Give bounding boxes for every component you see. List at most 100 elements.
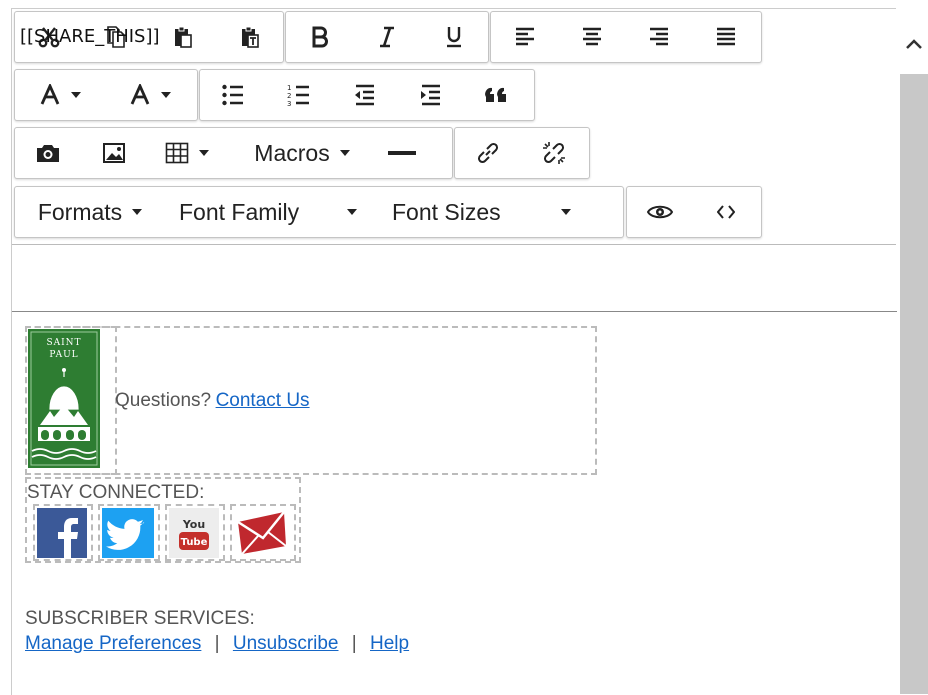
svg-text:SAINT: SAINT bbox=[46, 338, 81, 348]
toolbar-divider bbox=[12, 244, 896, 245]
subscriber-services-label: SUBSCRIBER SERVICES: bbox=[25, 608, 255, 629]
align-center-button[interactable] bbox=[558, 17, 625, 57]
questions-line: Questions? Contact Us bbox=[115, 390, 310, 412]
paste-text-icon bbox=[241, 26, 259, 48]
font-family-dropdown[interactable]: Font Family bbox=[165, 192, 390, 232]
macros-dropdown[interactable]: Macros bbox=[227, 133, 377, 173]
align-justify-icon bbox=[716, 27, 735, 46]
chevron-down-icon bbox=[71, 92, 81, 98]
font-sizes-dropdown[interactable]: Font Sizes bbox=[390, 192, 620, 232]
unlink-button[interactable] bbox=[521, 133, 587, 173]
eye-icon bbox=[647, 205, 673, 219]
number-list-button[interactable]: 123 bbox=[266, 75, 332, 115]
formatting-group bbox=[285, 11, 489, 63]
alignment-group bbox=[490, 11, 762, 63]
vertical-scrollbar[interactable] bbox=[900, 17, 928, 694]
chevron-down-icon bbox=[132, 209, 143, 215]
unsubscribe-link[interactable]: Unsubscribe bbox=[233, 633, 339, 654]
chevron-down-icon bbox=[161, 92, 171, 98]
youtube-icon[interactable]: You Tube bbox=[169, 508, 219, 558]
insert-group: Macros bbox=[14, 127, 453, 179]
help-link[interactable]: Help bbox=[370, 633, 409, 654]
questions-text: Questions? bbox=[115, 390, 212, 411]
camera-icon bbox=[37, 145, 59, 162]
horizontal-rule-button[interactable] bbox=[377, 133, 427, 173]
preview-button[interactable] bbox=[627, 192, 693, 232]
insert-image-button[interactable] bbox=[81, 133, 147, 173]
manage-preferences-link[interactable]: Manage Preferences bbox=[25, 633, 201, 654]
social-table: STAY CONNECTED: You Tube bbox=[25, 477, 301, 563]
twitter-cell bbox=[98, 504, 160, 561]
footer-header-table: SAINT PAUL Questions? Contact Us bbox=[25, 326, 597, 475]
italic-button[interactable] bbox=[353, 17, 420, 57]
align-right-button[interactable] bbox=[625, 17, 692, 57]
facebook-icon[interactable] bbox=[37, 508, 87, 558]
align-right-icon bbox=[649, 27, 668, 46]
font-color-icon bbox=[40, 84, 60, 105]
share-this-placeholder: [[SHARE_THIS]] bbox=[20, 26, 160, 47]
indent-button[interactable] bbox=[398, 75, 464, 115]
table-icon bbox=[165, 142, 189, 164]
scrollbar-thumb[interactable] bbox=[900, 74, 928, 694]
link-icon bbox=[477, 142, 499, 164]
logo-cell: SAINT PAUL bbox=[25, 326, 117, 475]
paste-icon bbox=[174, 26, 192, 48]
contact-us-link[interactable]: Contact Us bbox=[216, 390, 310, 411]
email-cell bbox=[230, 504, 296, 561]
image-icon bbox=[103, 143, 125, 163]
facebook-cell bbox=[33, 504, 93, 561]
unlink-icon bbox=[543, 142, 565, 164]
bullet-list-button[interactable] bbox=[200, 75, 266, 115]
underline-icon bbox=[446, 27, 461, 48]
number-list-icon: 123 bbox=[287, 84, 309, 107]
twitter-icon[interactable] bbox=[102, 508, 154, 558]
bold-button[interactable] bbox=[286, 17, 353, 57]
svg-text:2: 2 bbox=[287, 92, 291, 100]
chevron-down-icon bbox=[199, 150, 209, 156]
link-button[interactable] bbox=[455, 133, 521, 173]
indent-icon bbox=[421, 84, 440, 106]
table-button[interactable] bbox=[147, 133, 227, 173]
content-separator bbox=[12, 311, 897, 312]
formats-dropdown[interactable]: Formats bbox=[15, 192, 165, 232]
bold-icon bbox=[312, 26, 328, 48]
chevron-down-icon bbox=[347, 209, 358, 215]
svg-text:3: 3 bbox=[287, 100, 291, 107]
email-icon[interactable] bbox=[236, 508, 288, 558]
align-left-icon bbox=[515, 27, 534, 46]
color-group bbox=[14, 69, 198, 121]
horizontal-rule-icon bbox=[388, 151, 416, 155]
rich-text-editor: 123 Macros Formats Font Family Font Size… bbox=[11, 8, 897, 695]
code-icon bbox=[717, 205, 735, 219]
scroll-up-icon bbox=[906, 39, 922, 49]
align-left-button[interactable] bbox=[491, 17, 558, 57]
chevron-down-icon bbox=[339, 150, 350, 156]
insert-photo-button[interactable] bbox=[15, 133, 81, 173]
svg-text:1: 1 bbox=[287, 84, 291, 92]
svg-text:You: You bbox=[182, 518, 205, 531]
formats-label: Formats bbox=[37, 198, 123, 225]
highlight-color-icon bbox=[130, 84, 150, 105]
svg-text:PAUL: PAUL bbox=[49, 350, 78, 360]
font-color-button[interactable] bbox=[15, 75, 105, 115]
text-style-group: Formats Font Family Font Sizes bbox=[14, 186, 624, 238]
svg-text:Tube: Tube bbox=[181, 537, 208, 548]
bullet-list-icon bbox=[222, 84, 243, 106]
source-code-button[interactable] bbox=[693, 192, 759, 232]
saint-paul-logo: SAINT PAUL bbox=[28, 329, 100, 468]
link-separator: | bbox=[214, 633, 220, 654]
link-separator: | bbox=[351, 633, 357, 654]
underline-button[interactable] bbox=[420, 17, 487, 57]
align-justify-button[interactable] bbox=[692, 17, 759, 57]
subscriber-links: Manage Preferences | Unsubscribe | Help bbox=[25, 633, 409, 655]
scroll-up-button[interactable] bbox=[904, 37, 924, 57]
font-sizes-label: Font Sizes bbox=[392, 198, 501, 225]
font-family-label: Font Family bbox=[179, 198, 300, 225]
paste-text-button[interactable] bbox=[216, 17, 283, 57]
highlight-color-button[interactable] bbox=[105, 75, 195, 115]
blockquote-button[interactable] bbox=[464, 75, 530, 115]
outdent-button[interactable] bbox=[332, 75, 398, 115]
align-center-icon bbox=[582, 27, 601, 46]
macros-label: Macros bbox=[254, 139, 330, 166]
stay-connected-label: STAY CONNECTED: bbox=[27, 482, 205, 503]
